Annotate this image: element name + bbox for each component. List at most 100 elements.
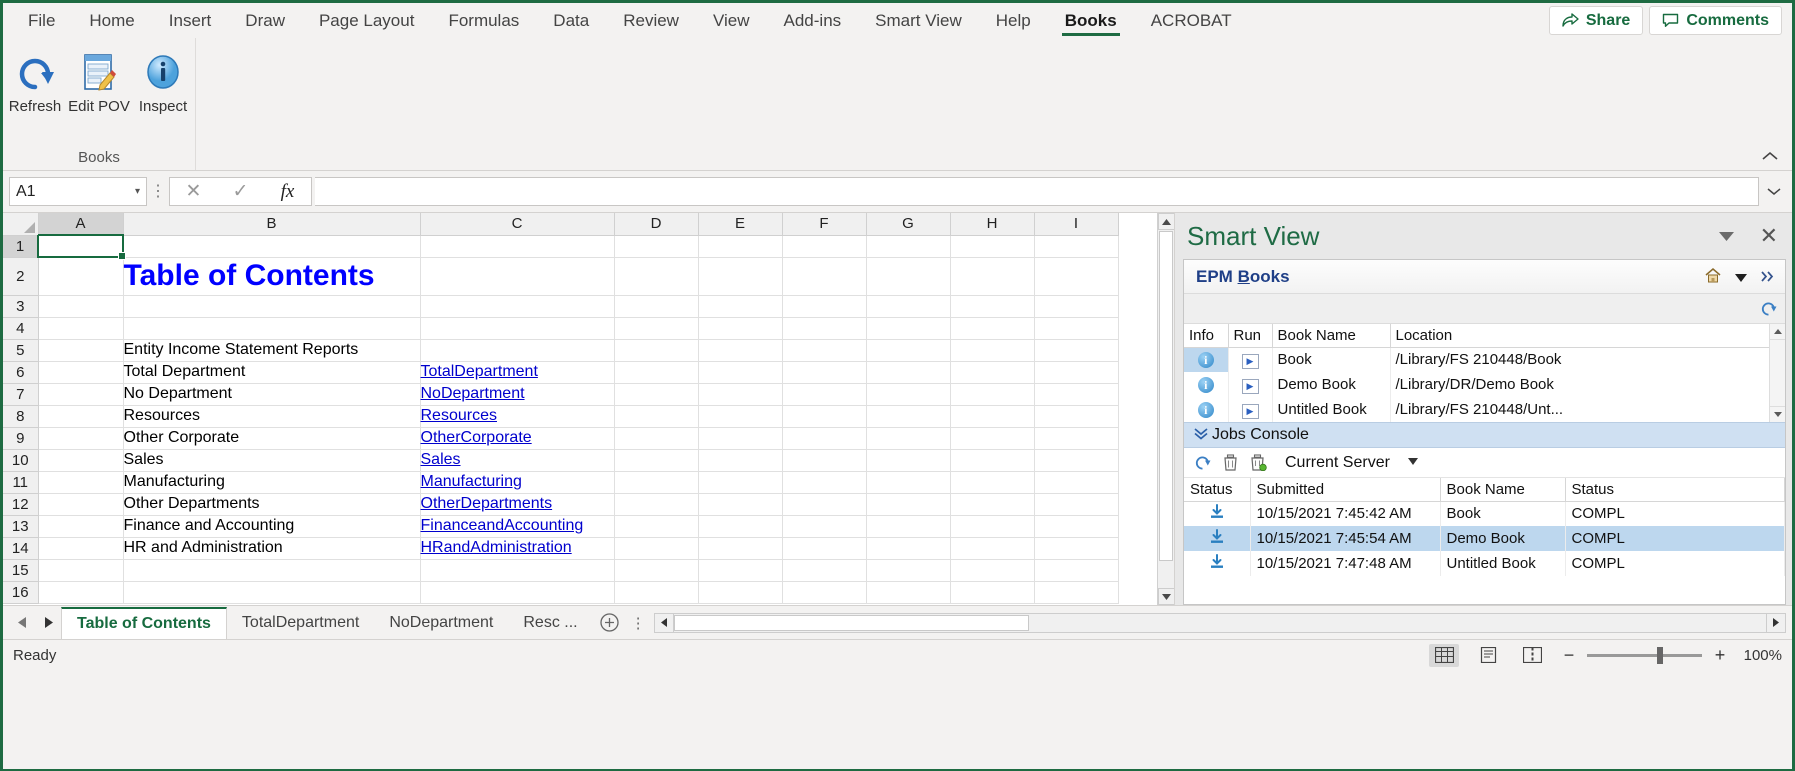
cell-I5[interactable] xyxy=(1034,339,1118,361)
cell-F7[interactable] xyxy=(782,383,866,405)
jobs-row[interactable]: 10/15/2021 7:45:42 AM Book COMPL xyxy=(1184,501,1785,526)
ribbon-tab-insert[interactable]: Insert xyxy=(152,3,229,38)
chevron-down-icon[interactable] xyxy=(1408,457,1418,468)
column-header-f[interactable]: F xyxy=(782,213,866,235)
cell-B4[interactable] xyxy=(123,317,420,339)
cell-C8[interactable]: Resources xyxy=(420,405,614,427)
cell-E5[interactable] xyxy=(698,339,782,361)
cell-D2[interactable] xyxy=(614,257,698,295)
cell-B16[interactable] xyxy=(123,581,420,603)
cell-C10[interactable]: Sales xyxy=(420,449,614,471)
job-status-cell[interactable] xyxy=(1184,501,1250,526)
ribbon-tab-home[interactable]: Home xyxy=(72,3,151,38)
book-name-cell[interactable]: Demo Book xyxy=(1272,372,1390,397)
cell-A6[interactable] xyxy=(38,361,123,383)
job-submitted-cell[interactable]: 10/15/2021 7:45:42 AM xyxy=(1250,501,1440,526)
cell-A7[interactable] xyxy=(38,383,123,405)
cell-H9[interactable] xyxy=(950,427,1034,449)
col-job-status[interactable]: Status xyxy=(1184,478,1250,501)
hyperlink-total-department[interactable]: TotalDepartment xyxy=(421,363,538,380)
column-header-b[interactable]: B xyxy=(123,213,420,235)
job-book-cell[interactable]: Demo Book xyxy=(1440,526,1565,551)
row-header-9[interactable]: 9 xyxy=(3,427,38,449)
formula-bar-handle[interactable]: ⋮ xyxy=(150,184,166,200)
scroll-down-icon[interactable] xyxy=(1158,588,1175,605)
cell-G15[interactable] xyxy=(866,559,950,581)
inspect-button[interactable]: Inspect xyxy=(132,42,194,117)
cell-C4[interactable] xyxy=(420,317,614,339)
chevron-double-down-icon[interactable] xyxy=(1194,427,1208,443)
cell-C12[interactable]: OtherDepartments xyxy=(420,493,614,515)
col-info[interactable]: Info xyxy=(1184,324,1228,347)
scroll-up-icon[interactable] xyxy=(1770,324,1785,340)
current-server-label[interactable]: Current Server xyxy=(1285,454,1390,472)
ribbon-collapse-button[interactable] xyxy=(1762,148,1778,166)
hscroll-thumb[interactable] xyxy=(674,615,1029,631)
trash-green-icon[interactable] xyxy=(1250,454,1267,471)
job-status-text[interactable]: COMPL xyxy=(1565,526,1785,551)
cell-F6[interactable] xyxy=(782,361,866,383)
sheet-tab-table-of-contents[interactable]: Table of Contents xyxy=(61,607,227,639)
zoom-slider-thumb[interactable] xyxy=(1657,647,1663,664)
cell-D13[interactable] xyxy=(614,515,698,537)
info-cell[interactable]: i xyxy=(1184,397,1228,422)
sheet-next-icon[interactable] xyxy=(35,610,61,636)
job-submitted-cell[interactable]: 10/15/2021 7:47:48 AM xyxy=(1250,551,1440,576)
cell-I13[interactable] xyxy=(1034,515,1118,537)
epm-books-scrollbar[interactable] xyxy=(1769,324,1785,422)
cell-A8[interactable] xyxy=(38,405,123,427)
cell-A16[interactable] xyxy=(38,581,123,603)
cell-G5[interactable] xyxy=(866,339,950,361)
ribbon-tab-add-ins[interactable]: Add-ins xyxy=(767,3,859,38)
comments-button[interactable]: Comments xyxy=(1649,6,1782,35)
cell-I11[interactable] xyxy=(1034,471,1118,493)
cell-H5[interactable] xyxy=(950,339,1034,361)
select-all-corner[interactable] xyxy=(3,213,38,235)
cell-I2[interactable] xyxy=(1034,257,1118,295)
cell-I12[interactable] xyxy=(1034,493,1118,515)
sheet-vertical-scrollbar[interactable] xyxy=(1157,213,1174,605)
cell-G13[interactable] xyxy=(866,515,950,537)
run-icon[interactable]: ▶ xyxy=(1242,354,1259,369)
col-run[interactable]: Run xyxy=(1228,324,1272,347)
ribbon-tab-page-layout[interactable]: Page Layout xyxy=(302,3,431,38)
cell-B7[interactable]: No Department xyxy=(123,383,420,405)
column-header-d[interactable]: D xyxy=(614,213,698,235)
column-header-e[interactable]: E xyxy=(698,213,782,235)
cell-H16[interactable] xyxy=(950,581,1034,603)
row-header-2[interactable]: 2 xyxy=(3,257,38,295)
job-submitted-cell[interactable]: 10/15/2021 7:45:54 AM xyxy=(1250,526,1440,551)
hyperlink-manufacturing[interactable]: Manufacturing xyxy=(421,473,522,490)
cell-G3[interactable] xyxy=(866,295,950,317)
hyperlink-resources[interactable]: Resources xyxy=(421,407,497,424)
download-icon[interactable] xyxy=(1209,531,1225,548)
ribbon-tab-smart-view[interactable]: Smart View xyxy=(858,3,979,38)
cell-F3[interactable] xyxy=(782,295,866,317)
run-icon[interactable]: ▶ xyxy=(1242,404,1259,419)
double-chevron-right-icon[interactable] xyxy=(1761,269,1775,285)
cell-F11[interactable] xyxy=(782,471,866,493)
cell-D9[interactable] xyxy=(614,427,698,449)
column-header-i[interactable]: I xyxy=(1034,213,1118,235)
row-header-15[interactable]: 15 xyxy=(3,559,38,581)
job-status-text[interactable]: COMPL xyxy=(1565,551,1785,576)
cell-F5[interactable] xyxy=(782,339,866,361)
cell-D15[interactable] xyxy=(614,559,698,581)
refresh-button[interactable]: Refresh xyxy=(4,42,66,117)
cell-I6[interactable] xyxy=(1034,361,1118,383)
cell-B11[interactable]: Manufacturing xyxy=(123,471,420,493)
cell-I14[interactable] xyxy=(1034,537,1118,559)
scrollbar-thumb[interactable] xyxy=(1159,231,1173,561)
run-icon[interactable]: ▶ xyxy=(1242,379,1259,394)
row-header-1[interactable]: 1 xyxy=(3,235,38,257)
col-book-name[interactable]: Book Name xyxy=(1272,324,1390,347)
cell-G2[interactable] xyxy=(866,257,950,295)
zoom-in-button[interactable]: + xyxy=(1712,645,1728,666)
row-header-14[interactable]: 14 xyxy=(3,537,38,559)
cell-A14[interactable] xyxy=(38,537,123,559)
home-icon[interactable] xyxy=(1705,268,1721,286)
cell-B9[interactable]: Other Corporate xyxy=(123,427,420,449)
col-location[interactable]: Location xyxy=(1390,324,1785,347)
chevron-down-icon[interactable] xyxy=(1719,228,1734,245)
ribbon-tab-help[interactable]: Help xyxy=(979,3,1048,38)
